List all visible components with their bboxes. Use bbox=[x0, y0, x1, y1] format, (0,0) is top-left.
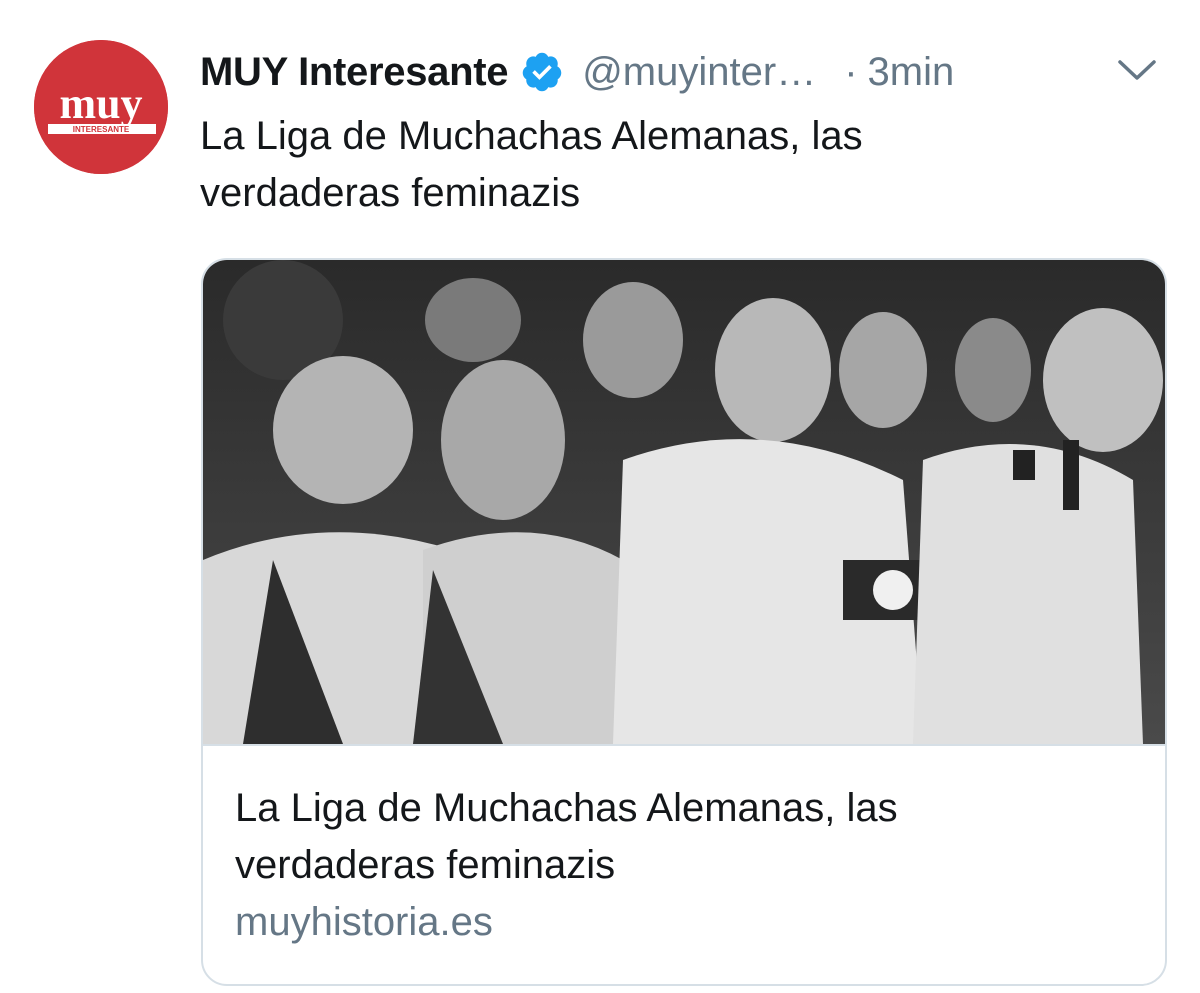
verified-badge-icon bbox=[520, 50, 564, 94]
avatar-logo-text: muy bbox=[59, 79, 142, 128]
tweet-text-line: La Liga de Muchachas Alemanas, las bbox=[200, 114, 863, 158]
tweet-text: La Liga de Muchachas Alemanas, las verda… bbox=[200, 108, 1100, 222]
link-card[interactable]: La Liga de Muchachas Alemanas, las verda… bbox=[201, 258, 1167, 986]
tweet-header: MUY Interesante @muyinter… · 3min bbox=[200, 44, 954, 100]
card-image[interactable] bbox=[203, 260, 1165, 746]
avatar[interactable]: muy INTERESANTE bbox=[34, 40, 168, 174]
card-title: La Liga de Muchachas Alemanas, las verda… bbox=[235, 780, 1135, 894]
muy-logo-icon: muy INTERESANTE bbox=[34, 40, 168, 174]
author-name[interactable]: MUY Interesante bbox=[200, 50, 509, 95]
historical-photo bbox=[203, 260, 1165, 744]
tweet-text-line: verdaderas feminazis bbox=[200, 171, 581, 215]
card-title-line: verdaderas feminazis bbox=[235, 843, 616, 887]
tweet[interactable]: muy INTERESANTE MUY Interesante @muyinte… bbox=[0, 0, 1200, 993]
avatar-logo-subtext: INTERESANTE bbox=[73, 125, 130, 134]
card-domain[interactable]: muyhistoria.es bbox=[235, 900, 493, 945]
separator-dot: · bbox=[844, 49, 858, 94]
chevron-down-icon[interactable] bbox=[1112, 50, 1162, 90]
author-handle[interactable]: @muyinter… bbox=[582, 50, 816, 95]
timestamp[interactable]: 3min bbox=[868, 50, 955, 95]
card-title-line: La Liga de Muchachas Alemanas, las bbox=[235, 786, 898, 830]
